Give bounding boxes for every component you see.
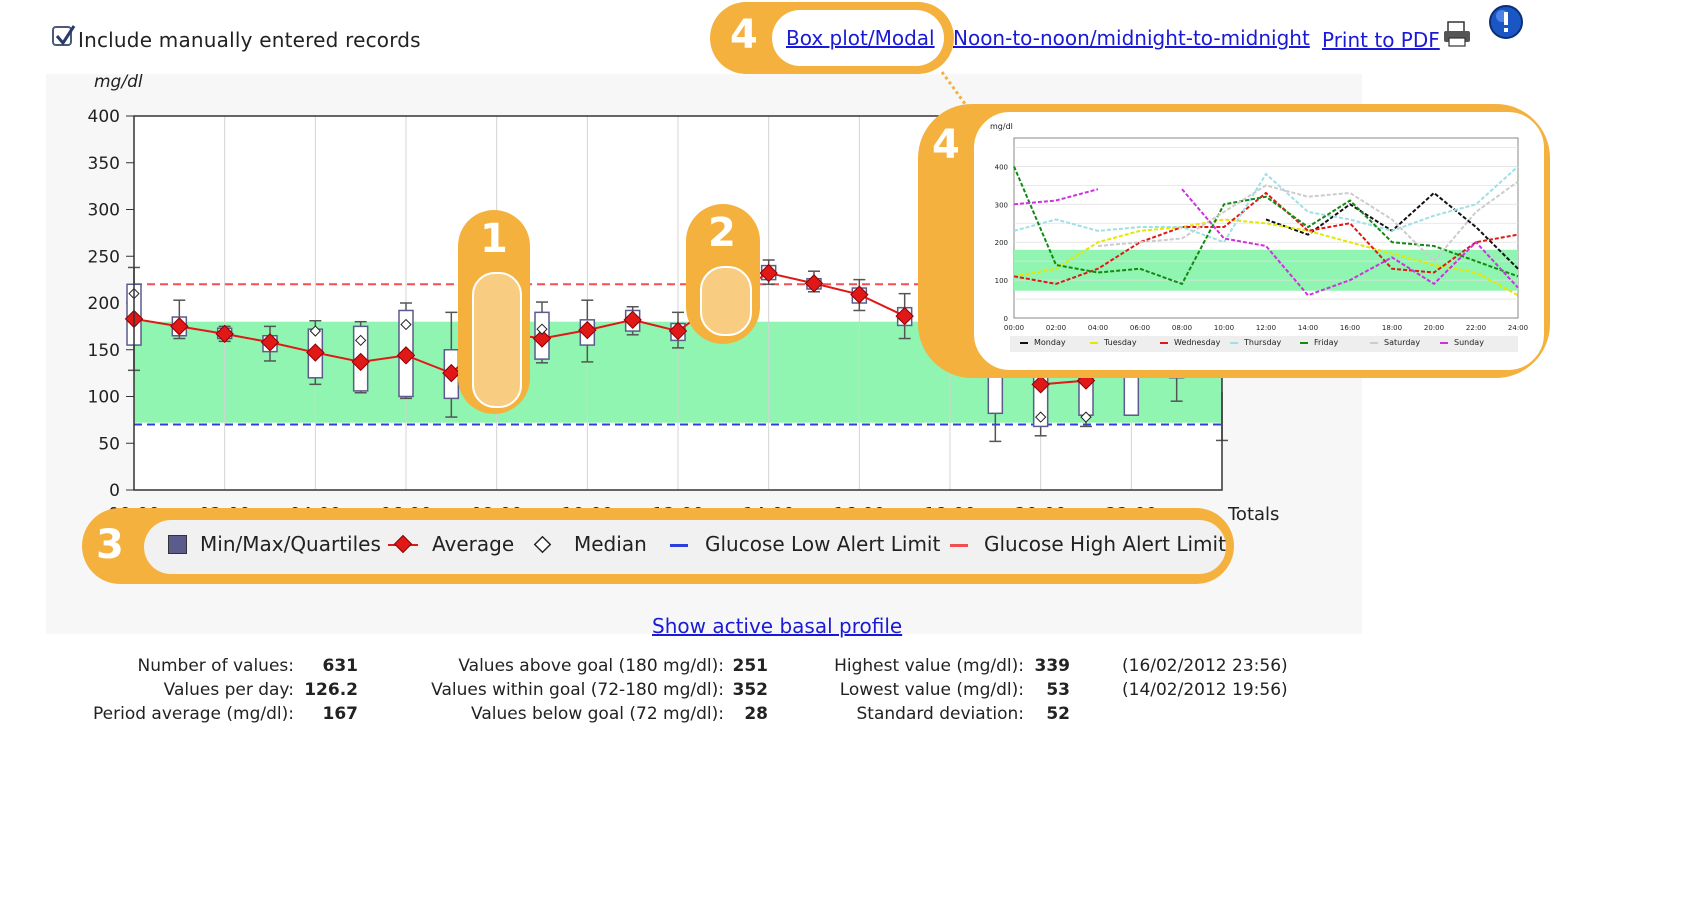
modal-x-tick-label: 00:00 (1004, 324, 1024, 332)
stat-value: 339 (1034, 656, 1071, 676)
stat-value: 631 (322, 656, 359, 676)
modal-x-tick-label: 14:00 (1298, 324, 1318, 332)
modal-legend-swatch (1370, 341, 1378, 344)
modal-legend-swatch (1440, 341, 1448, 344)
modal-y-tick-label: 300 (995, 201, 1008, 209)
modal-x-tick-label: 10:00 (1214, 324, 1234, 332)
modal-legend-swatch (1230, 341, 1238, 344)
modal-x-tick-label: 04:00 (1088, 324, 1108, 332)
stat-value: 52 (1046, 704, 1070, 724)
stat-label: Values above goal (180 mg/dl): (458, 656, 724, 676)
stat-label: Standard deviation: (856, 704, 1025, 724)
stat-value: 167 (322, 704, 359, 724)
stat-label: Highest value (mg/dl): (834, 656, 1024, 676)
daily-overlay-line-chart: 400 300 200 100 000:00 02:00 04:00 06:00 08:00 10… (995, 137, 1528, 332)
modal-legend-label: Tuesday (1104, 338, 1137, 347)
stat-label: Values below goal (72 mg/dl): (471, 704, 724, 724)
modal-legend-swatch (1300, 341, 1308, 344)
modal-x-tick-label: 22:00 (1466, 324, 1486, 332)
stat-label: Values per day: (163, 680, 294, 700)
modal-legend-item: Thursday (1230, 338, 1281, 347)
modal-x-tick-label: 02:00 (1046, 324, 1066, 332)
modal-legend: Monday Tuesday Wednesday Thursday Friday Satu… (1010, 336, 1518, 352)
modal-legend-item: Friday (1300, 338, 1338, 347)
modal-legend-label: Thursday (1244, 338, 1282, 347)
stat-timestamp: (14/02/2012 19:56) (1122, 680, 1288, 700)
modal-legend-items: Monday Tuesday Wednesday Thursday Friday Satu… (1010, 336, 1518, 352)
modal-legend-label: Monday (1034, 338, 1066, 347)
stat-label: Period average (mg/dl): (93, 704, 294, 724)
modal-legend-label: Friday (1314, 338, 1339, 347)
stat-value: 126.2 (304, 680, 358, 700)
modal-y-tick-label: 400 (995, 163, 1008, 171)
modal-x-tick-label: 06:00 (1130, 324, 1150, 332)
modal-legend-item: Saturday (1370, 338, 1420, 347)
modal-x-tick-label: 18:00 (1382, 324, 1402, 332)
stat-label: Lowest value (mg/dl): (839, 680, 1024, 700)
modal-legend-swatch (1090, 341, 1098, 344)
modal-legend-item: Sunday (1440, 338, 1484, 347)
modal-x-tick-label: 16:00 (1340, 324, 1360, 332)
show-basal-profile-link[interactable]: Show active basal profile (652, 614, 902, 638)
stat-value: 352 (732, 680, 769, 700)
modal-legend-item: Wednesday (1160, 338, 1220, 347)
modal-legend-label: Saturday (1384, 338, 1421, 347)
modal-x-tick-label: 24:00 (1508, 324, 1528, 332)
stat-label: Values within goal (72-180 mg/dl): (431, 680, 724, 700)
modal-y-tick-label: 100 (995, 277, 1008, 285)
modal-legend-item: Tuesday (1090, 338, 1137, 347)
stat-label: Number of values: (137, 656, 294, 676)
modal-x-tick-label: 20:00 (1424, 324, 1444, 332)
stat-value: 28 (744, 704, 768, 724)
modal-legend-item: Monday (1020, 338, 1066, 347)
stat-value: 251 (732, 656, 769, 676)
modal-legend-label: Wednesday (1174, 338, 1221, 347)
stat-timestamp: (16/02/2012 23:56) (1122, 656, 1288, 676)
modal-x-tick-label: 08:00 (1172, 324, 1192, 332)
stat-value: 53 (1046, 680, 1070, 700)
modal-x-tick-label: 12:00 (1256, 324, 1276, 332)
modal-y-tick-label: 200 (995, 239, 1008, 247)
modal-y-tick-label: 0 (1004, 315, 1008, 323)
modal-legend-swatch (1020, 341, 1028, 344)
modal-legend-label: Sunday (1454, 338, 1484, 347)
modal-legend-swatch (1160, 341, 1168, 344)
